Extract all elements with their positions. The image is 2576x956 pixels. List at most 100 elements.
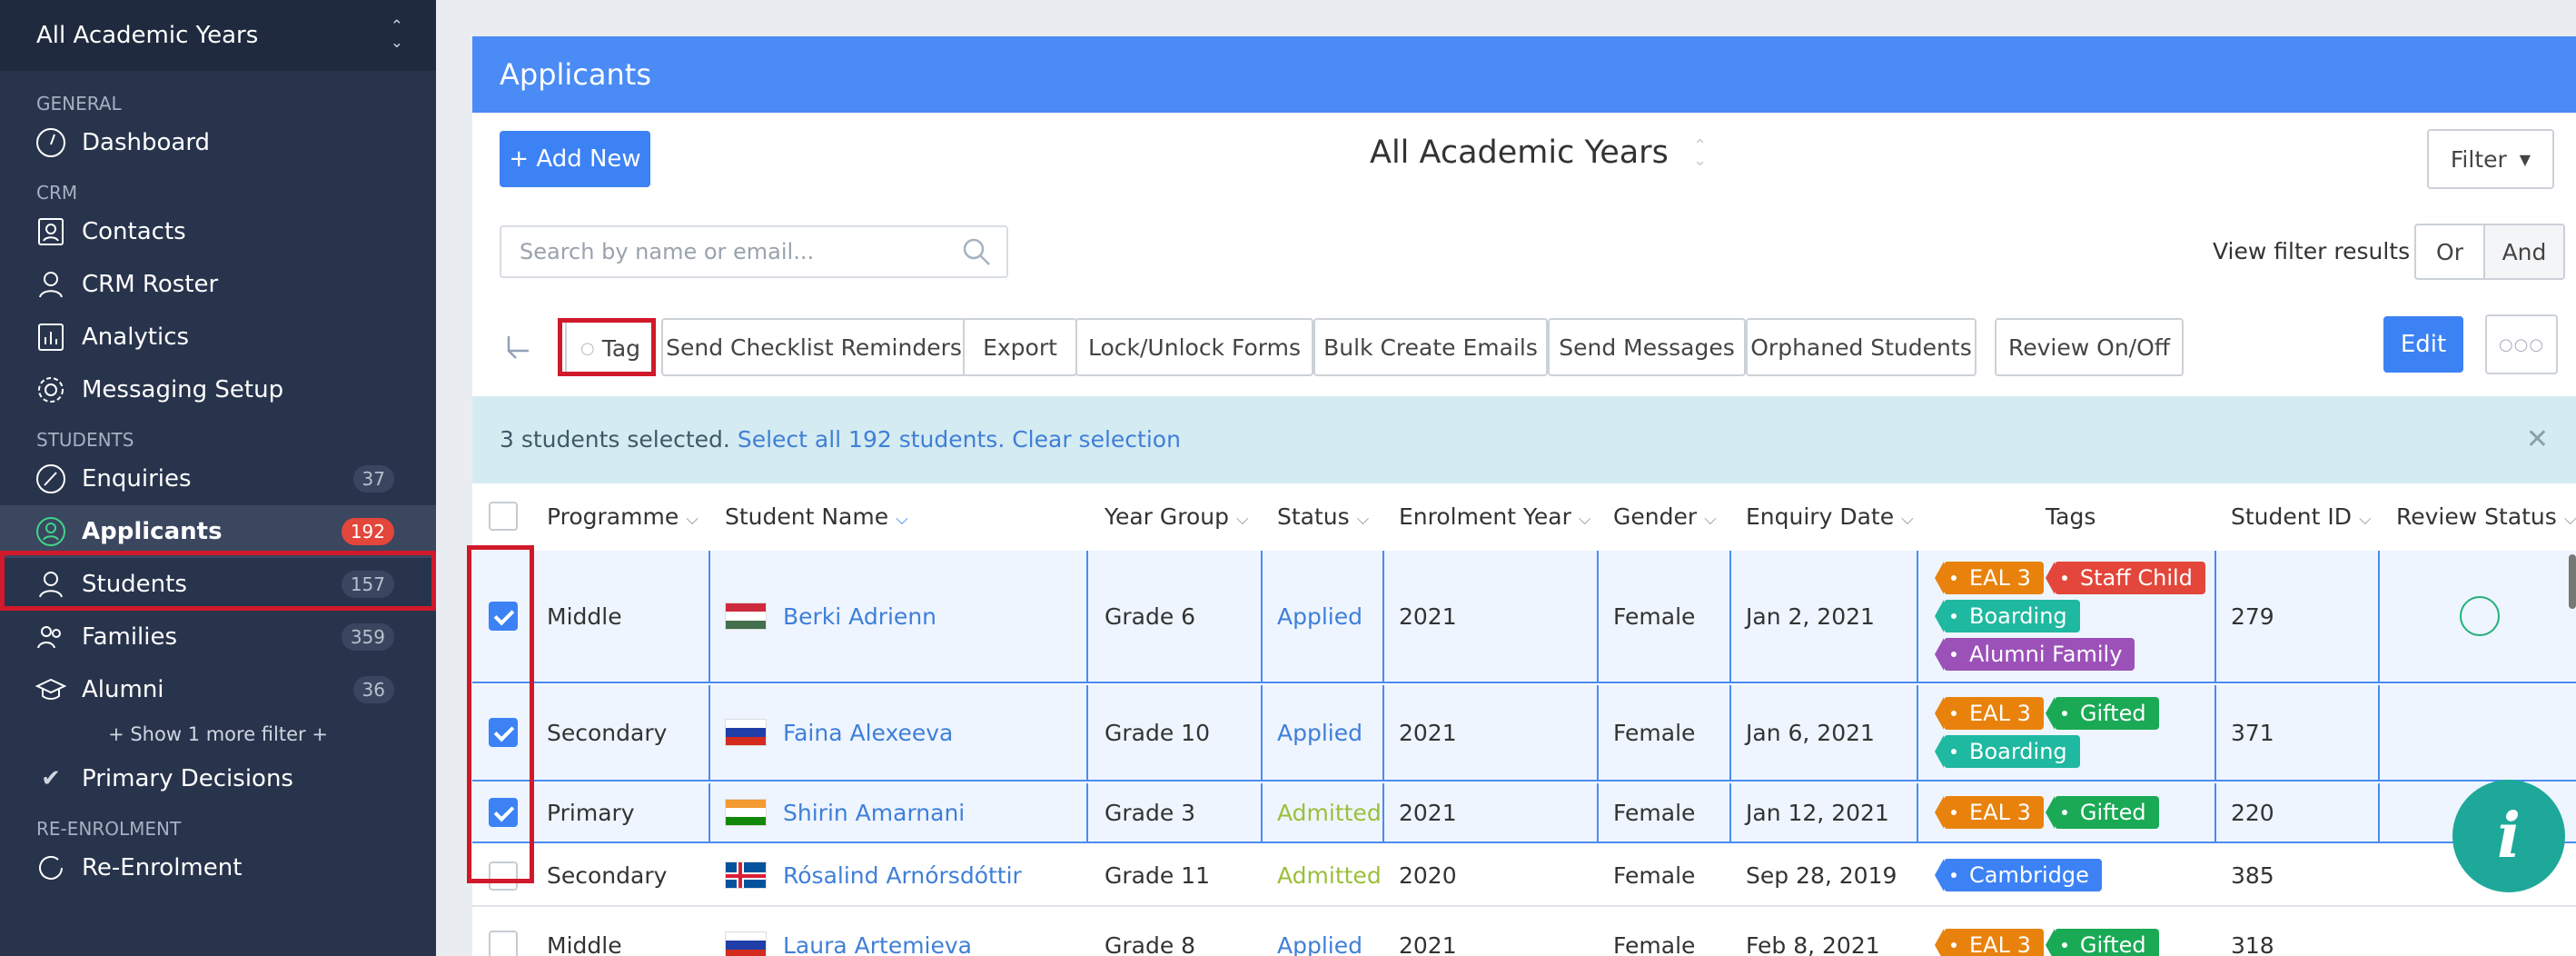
table-scrollbar[interactable] (2569, 554, 2576, 609)
academic-year-selector[interactable]: All Academic Years ⌃ ⌄ (0, 0, 436, 71)
academic-year-title[interactable]: All Academic Years ⌃ ⌄ (1370, 134, 1707, 171)
table-row[interactable]: Primary Shirin Amarnani Grade 3 Admitted… (472, 783, 2576, 843)
table-row[interactable]: Middle Laura Artemieva Grade 8 Applied 2… (472, 909, 2576, 956)
select-all-checkbox[interactable] (489, 502, 518, 531)
column-header-year-group[interactable]: Year Group ⌵ (1105, 485, 1249, 549)
tags-cell: EAL 3 Gifted Boarding (1935, 685, 2159, 780)
lock-unlock-forms-button[interactable]: Lock/Unlock Forms (1075, 318, 1313, 376)
orphaned-students-button[interactable]: Orphaned Students (1746, 318, 1977, 376)
review-status-cell[interactable] (2460, 551, 2500, 682)
tag-boarding[interactable]: Boarding (1935, 600, 2080, 632)
sidebar-item-students[interactable]: Students 157 (0, 558, 436, 611)
page-title: Applicants (472, 36, 2576, 113)
selection-banner: 3 students selected. Select all 192 stud… (472, 396, 2576, 483)
tag-boarding[interactable]: Boarding (1935, 735, 2080, 768)
bulk-create-emails-button[interactable]: Bulk Create Emails (1313, 318, 1548, 376)
filter-dropdown[interactable]: Filter ▼ (2427, 129, 2554, 189)
close-icon[interactable]: ✕ (2526, 396, 2549, 483)
sidebar-item-primary-decisions[interactable]: ✔ Primary Decisions (0, 752, 436, 805)
tag-alumni-family[interactable]: Alumni Family (1934, 638, 2135, 671)
tag-eal3[interactable]: EAL 3 (1935, 929, 2044, 956)
sidebar-item-label: Messaging Setup (82, 376, 284, 403)
row-checkbox[interactable] (489, 861, 518, 891)
tag-eal3[interactable]: EAL 3 (1935, 796, 2044, 829)
table-row[interactable]: Secondary Faina Alexeeva Grade 10 Applie… (472, 685, 2576, 782)
column-header-enrolment-year[interactable]: Enrolment Year ⌵ (1399, 485, 1591, 549)
count-badge: 37 (352, 465, 394, 493)
student-name-cell[interactable]: Rósalind Arnórsdóttir (725, 845, 1022, 905)
student-id-cell: 220 (2231, 799, 2274, 826)
sidebar-item-families[interactable]: Families 359 (0, 611, 436, 663)
column-header-review-status[interactable]: Review Status ⌵ (2396, 485, 2576, 549)
send-messages-button[interactable]: Send Messages (1548, 318, 1746, 376)
tag-cambridge[interactable]: Cambridge (1935, 859, 2102, 891)
russia-flag-icon (725, 719, 767, 746)
tag-gifted[interactable]: Gifted (2045, 697, 2159, 730)
and-toggle[interactable]: And (2483, 224, 2565, 280)
row-checkbox[interactable] (489, 718, 518, 747)
export-button[interactable]: Export (963, 318, 1077, 376)
add-new-button[interactable]: + Add New (500, 131, 650, 187)
enquiry-date-cell: Jan 12, 2021 (1746, 799, 1889, 826)
tag-eal3[interactable]: EAL 3 (1935, 562, 2044, 594)
sidebar-item-label: CRM Roster (82, 271, 219, 298)
review-status-circle-icon[interactable] (2460, 596, 2500, 636)
table-row[interactable]: Middle Berki Adrienn Grade 6 Applied 202… (472, 551, 2576, 683)
sidebar-item-crm-roster[interactable]: CRM Roster (0, 258, 436, 311)
count-badge: 192 (341, 518, 394, 545)
tag-label: Tag (601, 334, 641, 362)
show-more-filter-link[interactable]: + Show 1 more filter + (0, 716, 436, 752)
table-row[interactable]: Secondary Rósalind Arnórsdóttir Grade 11… (472, 845, 2576, 907)
row-checkbox[interactable] (489, 602, 518, 631)
tag-gifted[interactable]: Gifted (2045, 929, 2159, 956)
more-options-button[interactable]: ○○○ (2485, 314, 2558, 374)
enquiry-date-cell: Sep 28, 2019 (1746, 861, 1897, 889)
sidebar-item-dashboard[interactable]: Dashboard (0, 116, 436, 169)
or-toggle[interactable]: Or (2414, 224, 2485, 280)
select-all-link[interactable]: Select all 192 students. (738, 426, 1005, 453)
chevron-down-icon: ⌵ (896, 510, 908, 529)
check-icon: ✔ (41, 765, 61, 792)
sidebar-item-enquiries[interactable]: Enquiries 37 (0, 453, 436, 505)
tag-button[interactable]: ○ Tag (565, 320, 656, 376)
year-group-cell: Grade 3 (1105, 799, 1196, 826)
sidebar-item-messaging-setup[interactable]: Messaging Setup (0, 363, 436, 416)
column-header-enquiry-date[interactable]: Enquiry Date ⌵ (1746, 485, 1914, 549)
clear-selection-link[interactable]: Clear selection (1012, 426, 1181, 453)
sidebar-item-reenrolment[interactable]: Re-Enrolment (0, 841, 436, 894)
tag-eal3[interactable]: EAL 3 (1935, 697, 2044, 730)
section-reenrolment: RE-ENROLMENT (36, 818, 182, 840)
sidebar-item-analytics[interactable]: Analytics (0, 311, 436, 363)
student-name-cell[interactable]: Faina Alexeeva (725, 685, 953, 780)
info-help-button[interactable]: i (2452, 780, 2565, 892)
chevron-down-icon: ⌵ (1704, 510, 1717, 529)
column-header-status[interactable]: Status ⌵ (1277, 485, 1369, 549)
sidebar-item-applicants[interactable]: Applicants 192 (0, 505, 436, 558)
sidebar-item-label: Families (82, 623, 178, 651)
year-group-cell: Grade 8 (1105, 931, 1196, 956)
column-header-programme[interactable]: Programme ⌵ (547, 485, 698, 549)
row-checkbox[interactable] (489, 798, 518, 827)
sidebar-item-label: Primary Decisions (82, 765, 293, 792)
column-header-student-name[interactable]: Student Name ⌵ (725, 485, 908, 549)
search-input[interactable]: Search by name or email... (500, 225, 1008, 278)
enquiry-date-cell: Jan 6, 2021 (1746, 719, 1875, 746)
student-name-cell[interactable]: Laura Artemieva (725, 909, 972, 956)
section-students: STUDENTS (36, 429, 134, 451)
sidebar-item-alumni[interactable]: Alumni 36 (0, 663, 436, 716)
send-checklist-reminders-button[interactable]: Send Checklist Reminders (661, 318, 966, 376)
table-header: Programme ⌵ Student Name ⌵ Year Group ⌵ Sta… (472, 485, 2576, 549)
tag-staff-child[interactable]: Staff Child (2045, 562, 2205, 594)
sidebar-item-label: Enquiries (82, 465, 192, 493)
row-checkbox[interactable] (489, 931, 518, 956)
sidebar-item-contacts[interactable]: Contacts (0, 205, 436, 258)
column-header-gender[interactable]: Gender ⌵ (1613, 485, 1717, 549)
tag-gifted[interactable]: Gifted (2045, 796, 2159, 829)
column-header-student-id[interactable]: Student ID ⌵ (2231, 485, 2372, 549)
gender-cell: Female (1613, 719, 1696, 746)
edit-button[interactable]: Edit (2383, 316, 2463, 373)
student-name-cell[interactable]: Berki Adrienn (725, 551, 936, 682)
hungary-flag-icon (725, 602, 767, 630)
student-name-cell[interactable]: Shirin Amarnani (725, 783, 965, 841)
review-on-off-button[interactable]: Review On/Off (1995, 318, 2184, 376)
